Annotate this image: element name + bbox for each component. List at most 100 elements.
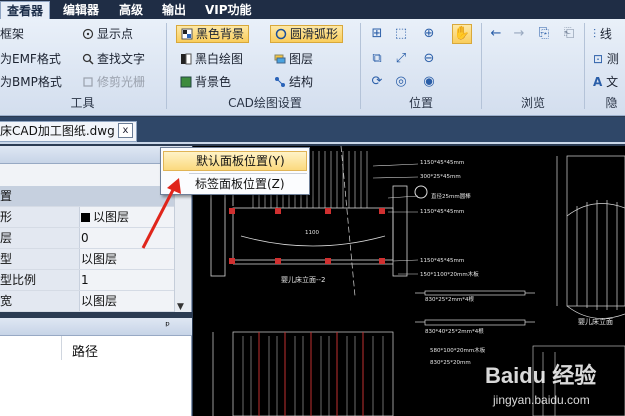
property-value: 以图层 [81, 294, 118, 308]
property-row[interactable]: 宽 以图层 [0, 291, 174, 312]
rotate-icon[interactable]: ⟳ [368, 73, 386, 91]
dimension-label: 直径25mm圆棒 [431, 192, 471, 200]
menu-tab-vip[interactable]: VIP功能 [199, 1, 258, 19]
annotation-arrow [141, 178, 181, 249]
pan-hand-icon[interactable]: ✋ [452, 24, 472, 44]
path-column-header[interactable]: 路径 [72, 341, 98, 360]
menu-tab-output[interactable]: 输出 [156, 1, 192, 19]
watermark: Baidu 经验 jingyan.baidu.com [485, 363, 596, 407]
property-value: 0 [81, 231, 89, 245]
find-text-button[interactable]: 查找文字 [82, 50, 145, 68]
zoom-window-icon[interactable]: ⬚ [392, 25, 410, 43]
position-group-label: 位置 [408, 96, 433, 110]
leader-lines [372, 163, 419, 275]
tools-group-label: 工具 [70, 96, 95, 110]
detail-bubble [414, 185, 428, 199]
path-panel-header: ᵖ [0, 318, 192, 336]
forward-arrow-icon[interactable]: → [510, 25, 528, 43]
save-bmp-button[interactable]: 为BMP格式 [0, 73, 62, 91]
layers-button[interactable]: 图层 [274, 50, 313, 68]
background-color-icon [180, 76, 192, 88]
structure-button[interactable]: 结构 [274, 73, 313, 91]
ribbon: 框架 为EMF格式 为BMP格式 显示点 查找文字 修剪光栅 工具 黑色背景 圆… [0, 19, 625, 116]
property-key: 形 [0, 207, 80, 227]
hide-text-button[interactable]: A 文 [593, 73, 618, 91]
menu-tab-viewer[interactable]: 查看器 [0, 1, 51, 19]
browse-group-label: 浏览 [520, 96, 545, 110]
property-value: 以图层 [81, 207, 129, 227]
fit-icon[interactable]: ⊞ [368, 25, 386, 43]
property-key: 宽 [0, 291, 80, 311]
copy-icon[interactable]: ⎗ [560, 25, 578, 43]
zoom-in-icon[interactable]: ⊕ [420, 25, 438, 43]
palette-icon [181, 28, 193, 40]
extents-icon[interactable]: ⧉ [368, 50, 386, 68]
drawing-title: 婴儿床立面--2 [281, 275, 326, 284]
default-panel-position-item[interactable]: 默认面板位置(Y) [163, 151, 307, 171]
black-white-button[interactable]: 黑白绘图 [180, 50, 243, 68]
bw-icon [181, 53, 192, 65]
dimension-label: 1150*45*45mm [420, 160, 464, 166]
arc-icon [275, 28, 287, 40]
separator [584, 23, 585, 109]
save-emf-button[interactable]: 为EMF格式 [0, 50, 61, 68]
black-background-button[interactable]: 黑色背景 [176, 25, 250, 43]
menu-tab-editor[interactable]: 编辑器 [57, 1, 105, 19]
property-key: 层 [0, 228, 80, 248]
back-arrow-icon[interactable]: ← [487, 25, 505, 43]
show-points-button[interactable]: 显示点 [82, 25, 133, 43]
background-color-button[interactable]: 背景色 [180, 73, 231, 91]
hide-measure-button[interactable]: ⊡ 测 [593, 50, 619, 68]
crib-elevation-top [210, 181, 408, 277]
separator [166, 23, 167, 109]
frame-button[interactable]: 框架 [0, 25, 24, 43]
dimension-label: 830*40*25*2mm*4根 [425, 327, 484, 335]
property-row[interactable]: 型比例 1 [0, 270, 174, 291]
watermark-text: Baidu 经验 [485, 363, 596, 388]
hide-lines-button[interactable]: ⫶ 线 [593, 25, 612, 43]
dimension-label: 1100 [305, 230, 319, 236]
color-swatch [81, 213, 90, 222]
pin-icon[interactable]: ᵖ [165, 319, 170, 332]
crib-side-view [556, 155, 625, 319]
document-tab[interactable]: 床CAD加工图纸.dwg [0, 121, 137, 142]
zoom-prev-icon[interactable]: ◎ [392, 73, 410, 91]
hide-group-label: 隐 [605, 96, 618, 110]
zoom-out-icon[interactable]: ⊖ [420, 50, 438, 68]
structure-icon [275, 77, 285, 87]
property-key: 型比例 [0, 270, 80, 290]
path-panel: 路径 [0, 336, 192, 416]
zoom-all-icon[interactable]: ⤢ [392, 50, 410, 68]
export-icon[interactable]: ⎘ [535, 25, 553, 43]
crop-icon [83, 77, 93, 87]
search-icon [82, 53, 94, 65]
zoom-dropdown-icon[interactable]: ◉ [420, 73, 438, 91]
layers-icon [274, 54, 286, 64]
scroll-down-icon[interactable]: ▼ [177, 302, 184, 312]
cad-settings-group-label: CAD绘图设置 [228, 96, 302, 110]
dimension-label: 1150*45*45mm [420, 209, 464, 215]
dimension-label: 580*100*20mm木板 [430, 346, 486, 354]
watermark-url: jingyan.baidu.com [492, 393, 590, 407]
dimension-label: 830*25*20mm [430, 360, 471, 366]
red-markers [229, 208, 385, 264]
dimension-label: 1150*45*45mm [420, 258, 464, 264]
plan-slats [242, 336, 384, 416]
smooth-arc-button[interactable]: 圆滑弧形 [270, 25, 344, 43]
menu-tab-advanced[interactable]: 高级 [113, 1, 149, 19]
menu-bar: 查看器 编辑器 高级 输出 VIP功能 [0, 0, 625, 19]
separator [481, 23, 482, 109]
center-line [340, 146, 356, 297]
dimension-label: 150*1100*20mm木板 [420, 270, 479, 278]
trim-raster-button[interactable]: 修剪光栅 [82, 73, 145, 91]
plan-red-lines [258, 332, 364, 416]
close-icon[interactable]: x [118, 123, 133, 138]
property-key: 型 [0, 249, 80, 269]
dimension-label: 830*25*2mm*4根 [425, 295, 474, 303]
property-value: 以图层 [81, 252, 118, 266]
property-value: 1 [81, 273, 89, 287]
dimension-label: 300*25*45mm [420, 174, 461, 180]
target-icon [82, 28, 94, 40]
separator [360, 23, 361, 109]
path-column-divider [0, 336, 62, 360]
